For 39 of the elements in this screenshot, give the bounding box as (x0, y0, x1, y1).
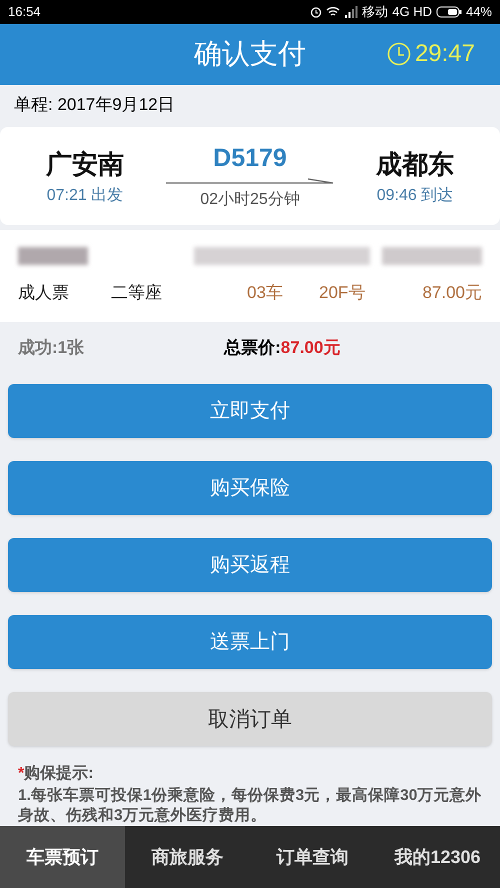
battery-icon (436, 6, 462, 18)
car-number: 03车 (247, 282, 284, 304)
action-button[interactable]: 购买保险 (8, 461, 492, 516)
carrier-text: 移动 (362, 3, 388, 22)
alarm-icon (310, 6, 322, 18)
network-text: 4G HD (392, 3, 432, 22)
action-button[interactable]: 送票上门 (8, 615, 492, 670)
train-number: D5179 (213, 143, 287, 174)
tab[interactable]: 订单查询 (250, 826, 375, 888)
wifi-icon (326, 6, 340, 18)
notice-title: 购保提示: (24, 764, 94, 784)
seat-number: 20F号 (319, 282, 366, 304)
page-title: 确认支付 (194, 37, 306, 72)
departure-time: 07:21 出发 (46, 186, 124, 206)
tab[interactable]: 商旅服务 (125, 826, 250, 888)
seat-class: 二等座 (111, 282, 163, 304)
countdown-timer: 29:47 (414, 39, 475, 70)
battery-text: 44% (466, 3, 492, 22)
signal-icon (344, 6, 358, 18)
ticket-price: 87.00元 (422, 282, 482, 304)
clock-icon (386, 42, 411, 66)
ticket-type: 成人票 (18, 282, 70, 304)
arrival-station: 成都东 (376, 148, 454, 181)
departure-station: 广安南 (46, 148, 124, 181)
tab[interactable]: 我的12306 (375, 826, 500, 888)
action-button[interactable]: 立即支付 (8, 384, 492, 438)
status-time: 16:54 (8, 3, 41, 22)
action-button[interactable]: 购买返程 (8, 538, 492, 592)
blurred-name (18, 246, 88, 265)
notice-text: 1.每张车票可投保1份乘意险，每份保费3元，最高保障30万元意外身故、伤残和3万元意外医疗费用。 (18, 786, 482, 826)
trip-duration: 02小时25分钟 (200, 190, 300, 210)
success-count: 成功:1张 (18, 336, 84, 359)
action-button[interactable]: 取消订单 (8, 692, 492, 746)
total-label: 总票价: (224, 336, 281, 359)
arrival-time: 09:46 到达 (376, 186, 454, 206)
required-mark: * (18, 765, 24, 784)
tab[interactable]: 车票预订 (0, 826, 125, 888)
total-price: 87.00元 (280, 336, 340, 359)
trip-date: 单程: 2017年9月12日 (14, 94, 175, 116)
